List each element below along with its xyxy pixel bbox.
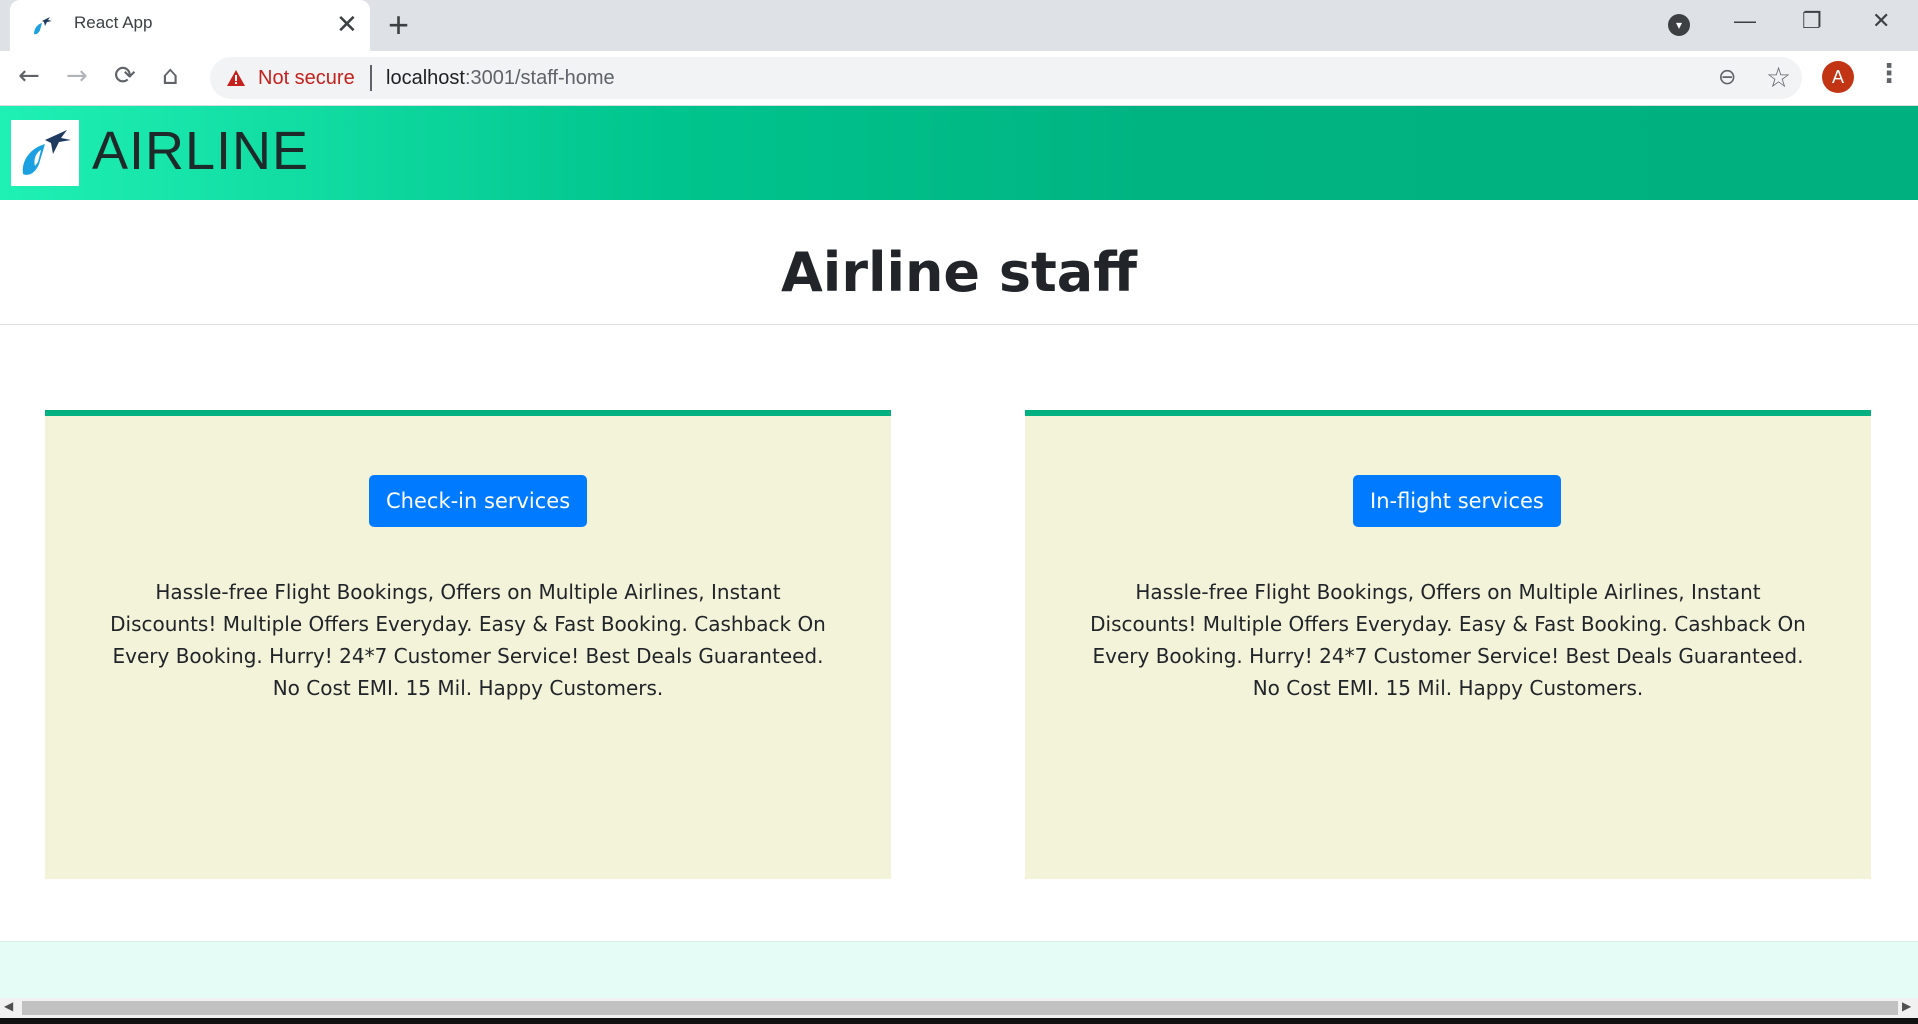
scroll-right-arrow-icon[interactable]: ▶ [1902, 999, 1911, 1013]
taskbar-strip [0, 1018, 1918, 1024]
forward-button[interactable]: → [66, 61, 88, 91]
browser-tab-bar: React App ✕ + ▾ — ❐ ✕ [0, 0, 1918, 51]
restore-button[interactable]: ❐ [1802, 8, 1822, 34]
checkin-services-button[interactable]: Check-in services [369, 475, 588, 527]
zoom-icon[interactable]: ⊖ [1718, 65, 1736, 90]
home-button[interactable]: ⌂ [162, 61, 179, 91]
url-host: localhost [386, 67, 465, 89]
tab-title: React App [74, 13, 153, 32]
inflight-services-button[interactable]: In-flight services [1353, 475, 1561, 527]
tab-close-icon[interactable]: ✕ [336, 10, 358, 40]
browser-tab[interactable]: React App ✕ [10, 0, 370, 51]
browser-toolbar: ← → ⟳ ⌂ Not secure localhost:3001/staff-… [0, 51, 1918, 106]
airline-favicon-icon [34, 17, 52, 35]
inflight-services-card: In-flight services Hassle-free Flight Bo… [1025, 410, 1871, 879]
app-header: AIRLINE [0, 106, 1918, 200]
url-path: :3001/staff-home [464, 67, 615, 89]
close-window-button[interactable]: ✕ [1872, 8, 1890, 34]
scrollbar-thumb[interactable] [22, 1001, 1898, 1015]
checkin-services-card: Check-in services Hassle-free Flight Boo… [45, 410, 891, 879]
warning-icon [227, 70, 245, 86]
page-title: Airline staff [781, 241, 1137, 304]
browser-menu-icon[interactable]: ⋮ [1876, 59, 1902, 89]
minimize-button[interactable]: — [1734, 8, 1756, 34]
omnibox-divider [370, 65, 372, 91]
page-footer [0, 941, 1918, 999]
reload-button[interactable]: ⟳ [114, 61, 136, 91]
security-status[interactable]: Not secure [258, 67, 355, 90]
title-divider [0, 324, 1918, 325]
tab-search-icon[interactable]: ▾ [1668, 14, 1690, 36]
airplane-logo-icon [22, 130, 71, 175]
card-description: Hassle-free Flight Bookings, Offers on M… [110, 580, 826, 700]
back-button[interactable]: ← [18, 61, 40, 91]
card-description: Hassle-free Flight Bookings, Offers on M… [1090, 580, 1806, 700]
scroll-left-arrow-icon[interactable]: ◀ [4, 999, 13, 1013]
new-tab-button[interactable]: + [388, 6, 409, 44]
horizontal-scrollbar[interactable]: ◀ ▶ [0, 998, 1918, 1018]
url-text[interactable]: localhost:3001/staff-home [386, 67, 615, 90]
profile-avatar[interactable]: A [1822, 61, 1854, 93]
address-bar[interactable]: Not secure localhost:3001/staff-home ⊖ ☆ [210, 57, 1802, 99]
brand-name: AIRLINE [92, 121, 310, 181]
bookmark-star-icon[interactable]: ☆ [1766, 61, 1791, 94]
airline-logo[interactable] [11, 120, 79, 186]
